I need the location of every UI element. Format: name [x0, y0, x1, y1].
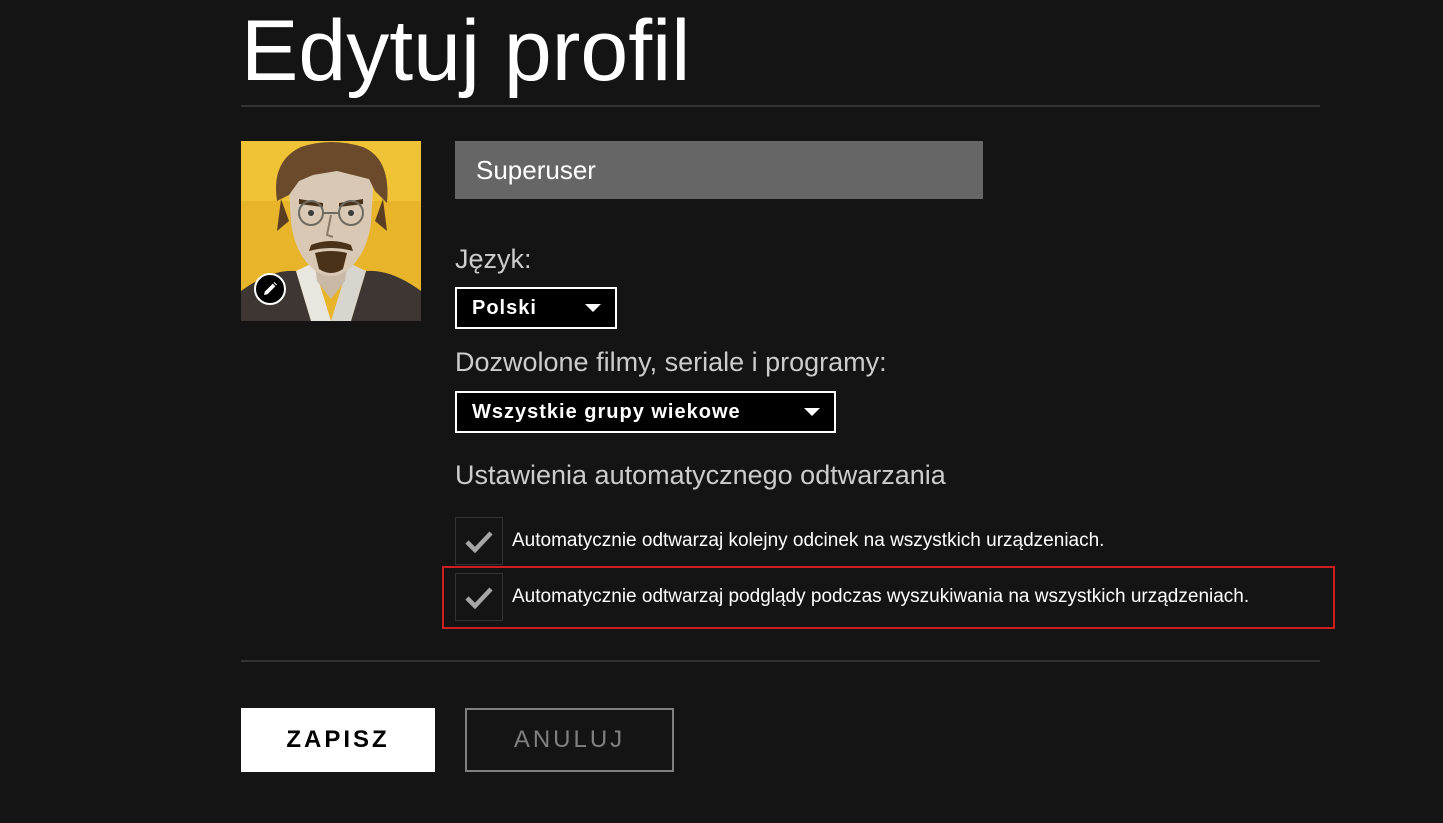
language-label: Język: — [455, 244, 532, 274]
autoplay-previews-checkbox[interactable] — [455, 573, 503, 621]
autoplay-next-episode-checkbox[interactable] — [455, 517, 503, 565]
language-dropdown[interactable]: Polski — [455, 287, 617, 329]
maturity-dropdown[interactable]: Wszystkie grupy wiekowe — [455, 391, 836, 433]
profile-name-input[interactable] — [455, 141, 983, 199]
autoplay-next-episode-label[interactable]: Automatycznie odtwarzaj kolejny odcinek … — [512, 530, 1104, 552]
maturity-selected-value: Wszystkie grupy wiekowe — [472, 400, 741, 423]
maturity-label: Dozwolone filmy, seriale i programy: — [455, 347, 887, 377]
checkmark-icon — [465, 531, 493, 554]
autoplay-heading: Ustawienia automatycznego odtwarzania — [455, 460, 946, 490]
language-selected-value: Polski — [472, 296, 537, 319]
bottom-divider — [241, 660, 1320, 662]
autoplay-previews-label[interactable]: Automatycznie odtwarzaj podglądy podczas… — [512, 586, 1249, 608]
pencil-icon — [264, 282, 277, 295]
caret-down-icon — [804, 408, 820, 416]
autoplay-previews-option: Automatycznie odtwarzaj podglądy podczas… — [455, 573, 1249, 621]
cancel-button[interactable]: ANULUJ — [465, 708, 674, 772]
edit-avatar-button[interactable] — [254, 273, 286, 305]
profile-avatar[interactable] — [241, 141, 421, 321]
top-divider — [241, 105, 1320, 107]
caret-down-icon — [585, 304, 601, 312]
autoplay-next-episode-option: Automatycznie odtwarzaj kolejny odcinek … — [455, 517, 1104, 565]
save-button[interactable]: ZAPISZ — [241, 708, 435, 772]
page-title: Edytuj profil — [241, 3, 691, 99]
edit-profile-page: Edytuj profil Superuser Język: Polski Do… — [0, 0, 1443, 823]
checkmark-icon — [465, 587, 493, 610]
